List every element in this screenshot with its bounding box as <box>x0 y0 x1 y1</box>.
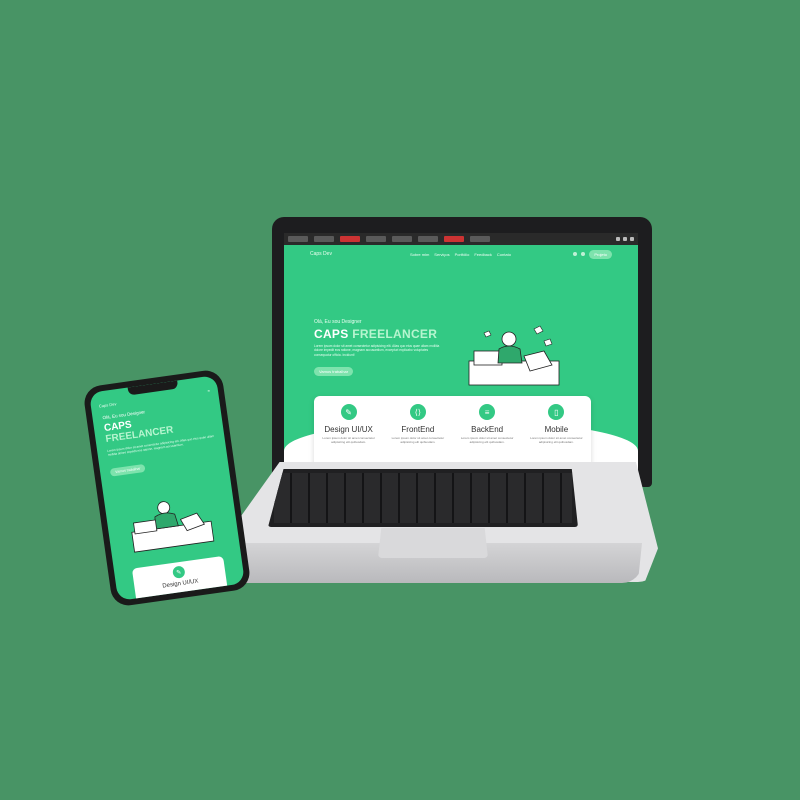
phone-hero-cta-button[interactable]: Vamos trabalhar <box>109 464 147 478</box>
keyboard-keys <box>274 473 572 523</box>
service-item[interactable]: ✎ Design UI/UX Lorem ipsum dolor sit ame… <box>318 404 380 471</box>
device-mockup-stage: Caps Dev Sobre mim Serviços Portfólio Fe… <box>0 0 800 800</box>
extension-icon[interactable] <box>616 237 620 241</box>
service-description: Lorem ipsum dolor sit amet consectetur a… <box>322 436 375 445</box>
pen-icon: ✎ <box>172 565 186 579</box>
browser-tab-bar <box>284 233 638 245</box>
service-description: Lorem ipsum dolor sit amet consectetur a… <box>530 436 583 445</box>
phone-device: Caps Dev ≡ Olá, Eu sou Designer CAPS FRE… <box>82 368 252 608</box>
service-item[interactable]: ▯ Mobile Lorem ipsum dolor sit amet cons… <box>525 404 587 471</box>
site-logo[interactable]: Caps Dev <box>310 251 332 257</box>
service-description: Lorem ipsum dolor sit amet consectetur a… <box>391 436 445 445</box>
nav-link[interactable]: Serviços <box>434 252 449 257</box>
menu-icon[interactable] <box>630 237 634 241</box>
browser-tab[interactable] <box>366 236 386 242</box>
phone-freelancer-illustration <box>131 501 215 553</box>
laptop-trackpad <box>378 528 488 558</box>
browser-tab[interactable] <box>288 236 308 242</box>
browser-tab[interactable] <box>340 236 360 242</box>
browser-toolbar-icons <box>616 237 634 241</box>
code-icon: ⟨⟩ <box>409 404 426 420</box>
hero-section: Olá, Eu sou Designer CAPS FREELANCER Lor… <box>314 319 454 378</box>
nav-link[interactable]: Contato <box>497 252 511 257</box>
nav-links: Sobre mim Serviços Portfólio Feedback Co… <box>410 252 511 257</box>
hero-title: CAPS FREELANCER <box>314 327 454 341</box>
nav-link[interactable]: Portfólio <box>455 252 470 257</box>
extension-icon[interactable] <box>623 237 627 241</box>
service-item[interactable]: ⟨⟩ FrontEnd Lorem ipsum dolor sit amet c… <box>387 404 449 471</box>
service-name: FrontEnd <box>401 425 435 434</box>
hero-title-accent: FREELANCER <box>352 327 438 341</box>
hero-cta-button[interactable]: Vamos trabalhar <box>314 367 354 377</box>
language-icon[interactable] <box>581 252 586 256</box>
service-item[interactable]: ≡ BackEnd Lorem ipsum dolor sit amet con… <box>456 404 518 471</box>
hero-eyebrow: Olá, Eu sou Designer <box>314 319 362 325</box>
hero-description: Lorem ipsum dolor sit amet consectetur a… <box>314 344 440 357</box>
site-navbar: Caps Dev Sobre mim Serviços Portfólio Fe… <box>284 245 638 263</box>
browser-tab[interactable] <box>470 236 490 242</box>
pen-icon: ✎ <box>340 404 357 420</box>
hamburger-menu-icon[interactable]: ≡ <box>207 388 210 393</box>
service-name: Mobile <box>544 425 569 434</box>
nav-link[interactable]: Feedback <box>474 252 492 257</box>
browser-tab[interactable] <box>314 236 334 242</box>
laptop-keyboard <box>268 469 578 527</box>
mobile-icon: ▯ <box>548 404 565 420</box>
freelancer-illustration <box>468 325 560 386</box>
phone-logo[interactable]: Caps Dev <box>99 401 117 408</box>
nav-actions: Projeto <box>573 249 612 259</box>
services-card: ✎ Design UI/UX Lorem ipsum dolor sit ame… <box>314 396 591 471</box>
hero-title-main: CAPS <box>314 327 349 341</box>
browser-tab[interactable] <box>444 236 464 242</box>
nav-link[interactable]: Sobre mim <box>410 252 429 257</box>
phone-screen: Caps Dev ≡ Olá, Eu sou Designer CAPS FRE… <box>89 375 245 601</box>
server-icon: ≡ <box>479 404 496 420</box>
nav-cta-button[interactable]: Projeto <box>589 249 612 259</box>
service-name: BackEnd <box>471 425 504 434</box>
browser-tab[interactable] <box>418 236 438 242</box>
service-description: Lorem ipsum dolor sit amet consectetur a… <box>460 436 514 445</box>
phone-hero: Olá, Eu sou Designer CAPS FREELANCER Lor… <box>102 400 220 479</box>
phone-service-card[interactable]: ✎ Design UI/UX <box>131 555 229 601</box>
laptop-screen: Caps Dev Sobre mim Serviços Portfólio Fe… <box>284 233 638 477</box>
service-name: Design UI/UX <box>324 425 373 434</box>
browser-tab[interactable] <box>392 236 412 242</box>
theme-toggle-icon[interactable] <box>573 252 578 256</box>
